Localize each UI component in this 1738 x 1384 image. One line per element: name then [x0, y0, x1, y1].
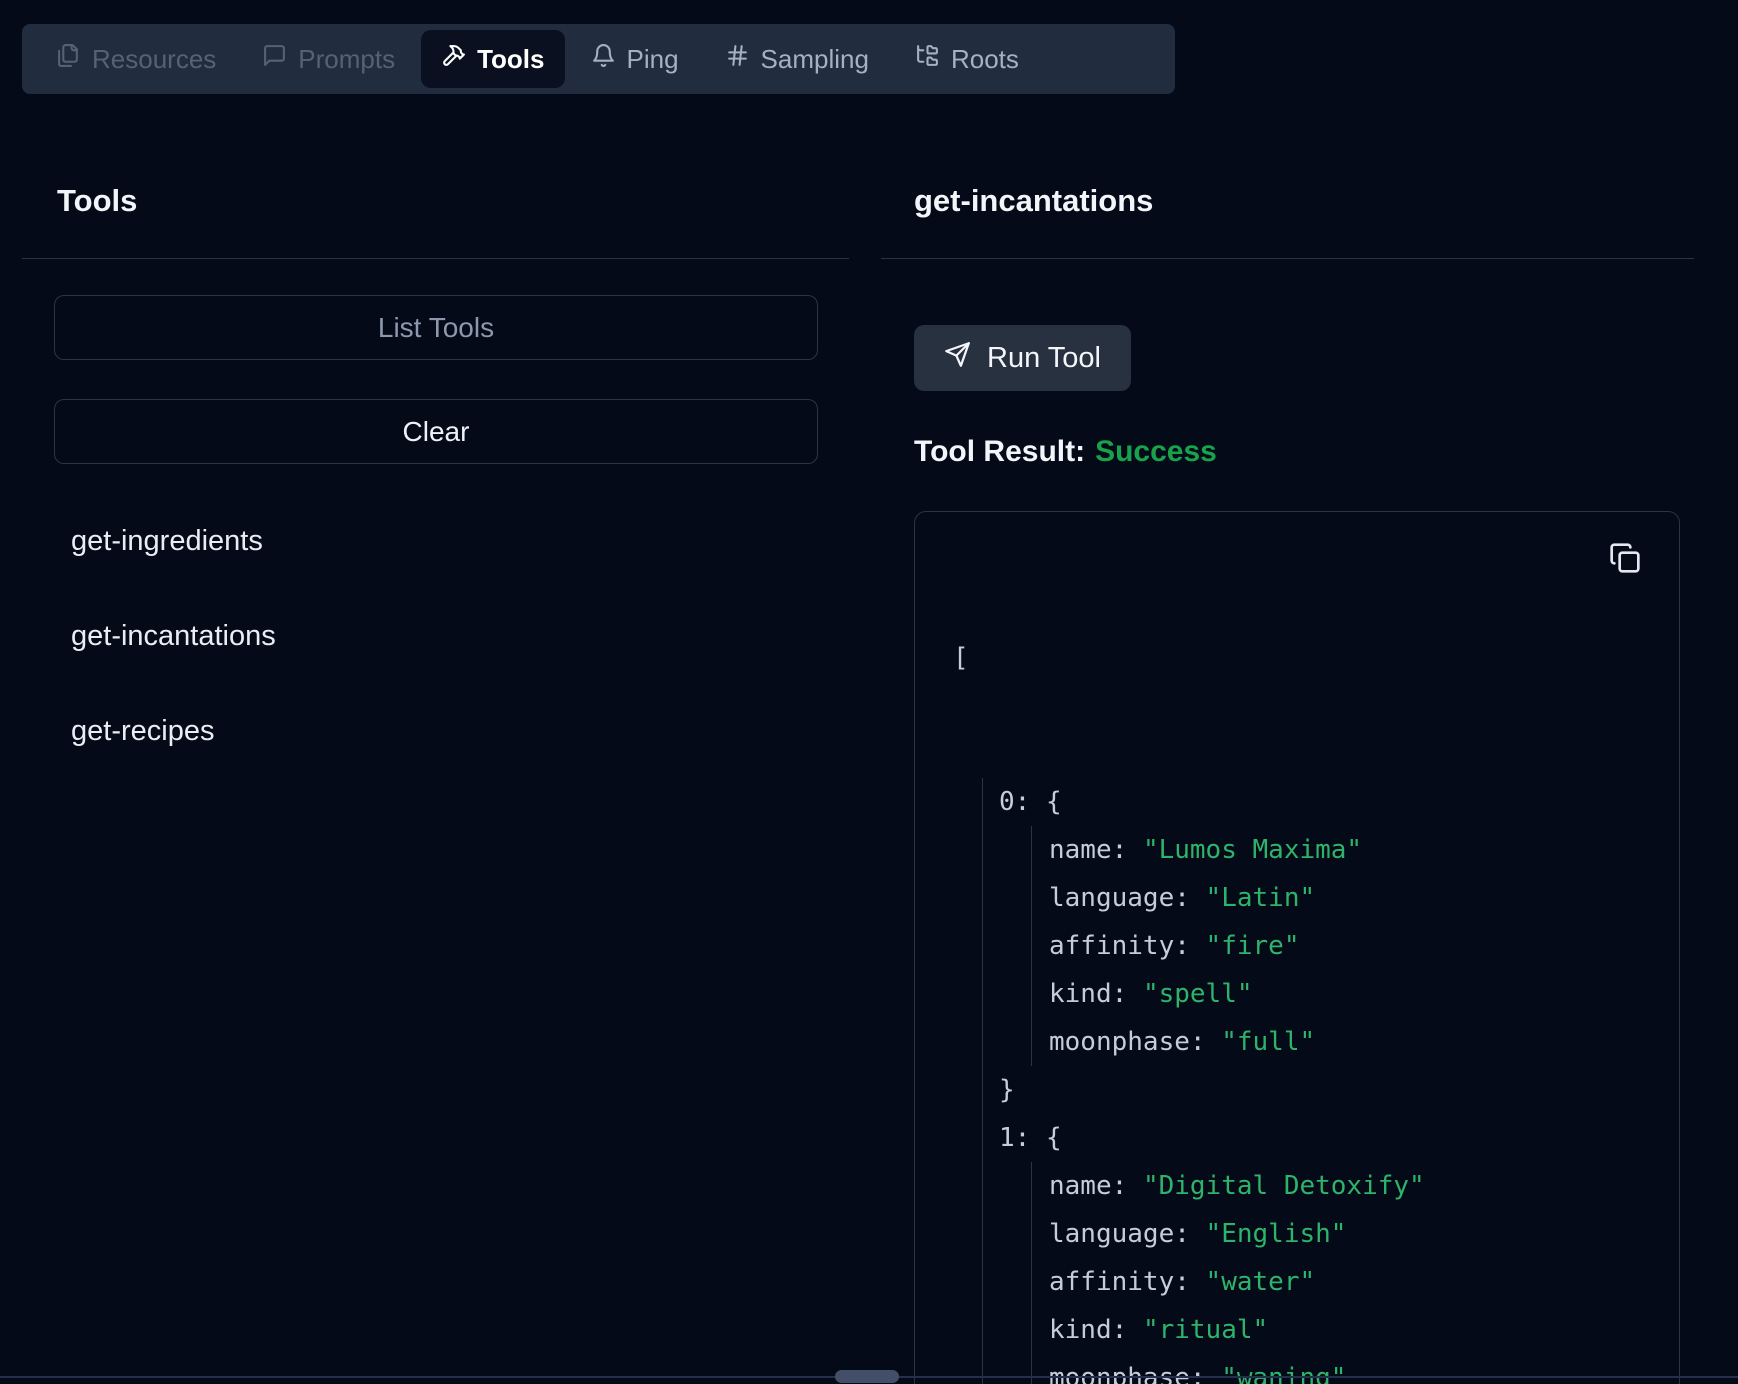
tools-panel: Tools List Tools Clear get-ingredients g…	[22, 94, 849, 802]
tool-result-line: Tool Result: Success	[914, 431, 1694, 473]
tab-label: Prompts	[298, 44, 395, 75]
folder-tree-icon	[915, 43, 940, 75]
json-object: name: "Digital Detoxify"language: "Engli…	[1031, 1162, 1679, 1384]
tool-result-status: Success	[1095, 435, 1217, 468]
tab-roots[interactable]: Roots	[895, 30, 1039, 88]
tool-detail-divider	[881, 258, 1694, 259]
json-array: 0: {name: "Lumos Maxima"language: "Latin…	[982, 778, 1679, 1384]
tab-label: Roots	[951, 44, 1019, 75]
run-tool-button[interactable]: Run Tool	[914, 325, 1131, 391]
run-tool-label: Run Tool	[987, 342, 1101, 375]
tool-item-get-incantations[interactable]: get-incantations	[71, 612, 849, 660]
json-open-bracket: [	[953, 634, 1679, 682]
json-object: name: "Lumos Maxima"language: "Latin"aff…	[1031, 826, 1679, 1066]
tool-item-get-recipes[interactable]: get-recipes	[71, 707, 849, 755]
hammer-icon	[441, 43, 466, 75]
tab-label: Tools	[477, 44, 544, 75]
tool-item-get-ingredients[interactable]: get-ingredients	[71, 517, 849, 565]
selected-tool-title: get-incantations	[914, 180, 1694, 222]
tab-prompts[interactable]: Prompts	[242, 30, 415, 88]
tab-label: Sampling	[761, 44, 869, 75]
tab-label: Resources	[92, 44, 216, 75]
tab-ping[interactable]: Ping	[571, 30, 699, 88]
tool-result-label: Tool Result:	[914, 435, 1085, 468]
tool-list: get-ingredients get-incantations get-rec…	[22, 517, 849, 755]
send-icon	[944, 341, 971, 376]
hash-icon	[725, 43, 750, 75]
list-tools-button[interactable]: List Tools	[54, 295, 818, 360]
top-nav: Resources Prompts Tools Ping Sampling Ro…	[22, 24, 1175, 94]
message-square-icon	[262, 43, 287, 75]
bell-icon	[591, 43, 616, 75]
json-viewer: [ 0: {name: "Lumos Maxima"language: "Lat…	[915, 512, 1679, 1384]
copy-icon	[1609, 562, 1641, 577]
tools-panel-divider	[22, 258, 849, 259]
tool-detail-panel: get-incantations Run Tool Tool Result: Su…	[881, 94, 1694, 1384]
horizontal-scrollbar-thumb[interactable]	[835, 1370, 899, 1383]
tools-panel-title: Tools	[57, 180, 849, 222]
clear-button[interactable]: Clear	[54, 399, 818, 464]
result-json-box[interactable]: [ 0: {name: "Lumos Maxima"language: "Lat…	[914, 511, 1680, 1384]
tab-tools[interactable]: Tools	[421, 30, 564, 88]
copy-button[interactable]	[1609, 542, 1641, 574]
tab-resources[interactable]: Resources	[36, 30, 236, 88]
tab-sampling[interactable]: Sampling	[705, 30, 889, 88]
tab-label: Ping	[627, 44, 679, 75]
files-icon	[56, 43, 81, 75]
